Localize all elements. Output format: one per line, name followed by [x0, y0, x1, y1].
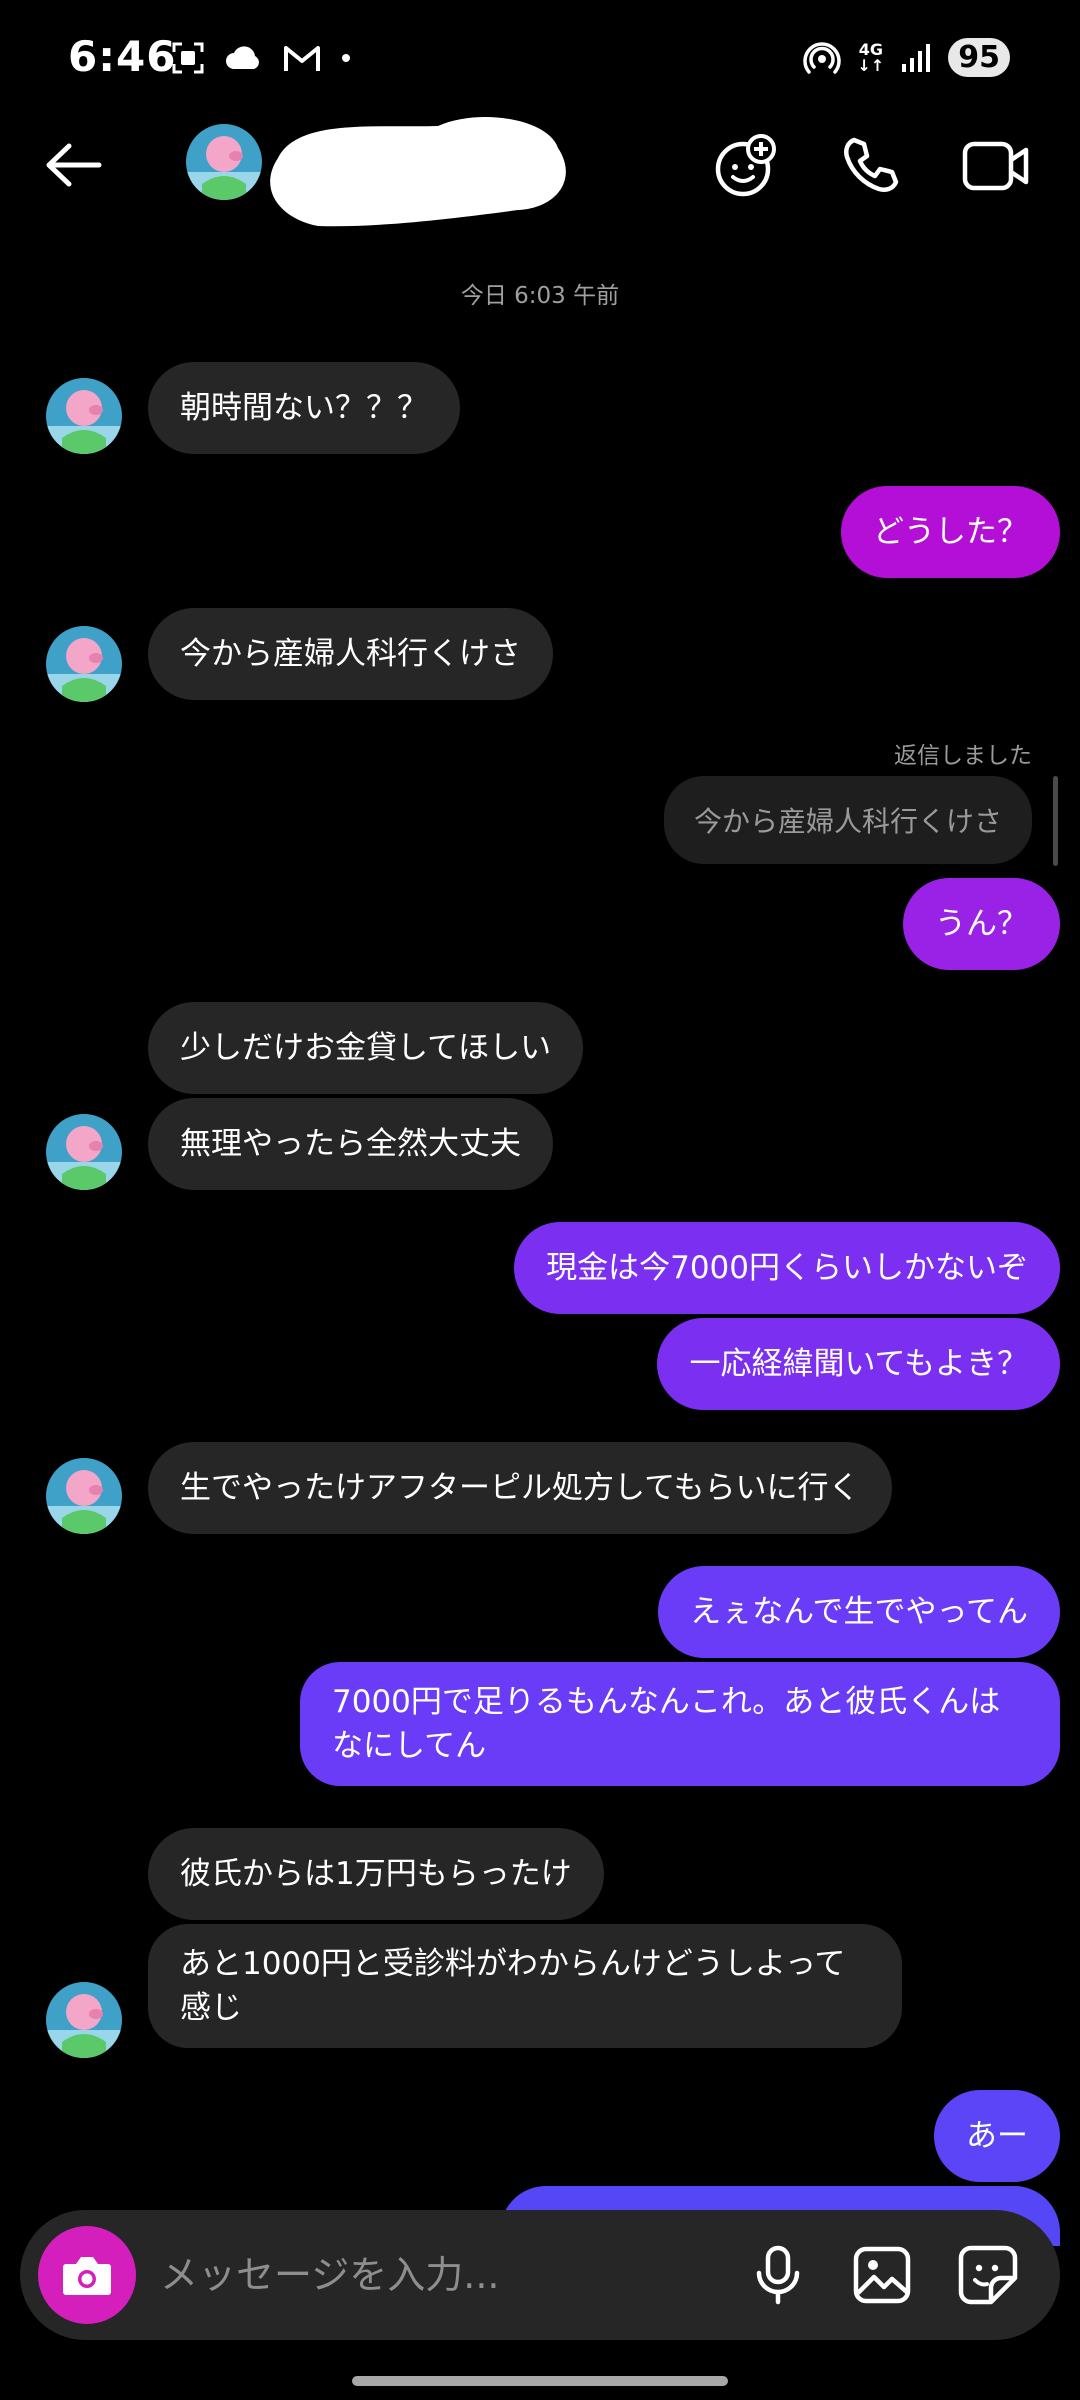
message-bubble-incoming[interactable]: あと1000円と受診料がわからんけどうしよって感じ: [148, 1924, 902, 2048]
pig-avatar-icon: [46, 1114, 122, 1190]
message-bubble-incoming[interactable]: 今から産婦人科行くけさ: [148, 608, 553, 700]
sender-avatar[interactable]: [46, 378, 122, 454]
replied-message-quote[interactable]: 今から産婦人科行くけさ: [663, 776, 1032, 864]
message-bubble-outgoing[interactable]: うん？: [903, 878, 1060, 970]
message-input[interactable]: [160, 2240, 720, 2310]
message-bubble-outgoing[interactable]: どうした？: [841, 486, 1060, 578]
pig-avatar-icon: [46, 378, 122, 454]
message-bubble-incoming[interactable]: 無理やったら全然大丈夫: [148, 1098, 553, 1190]
image-icon: [853, 2246, 911, 2304]
chat-timestamp: 今日 6:03 午前: [460, 283, 620, 309]
voice-message-button[interactable]: [738, 2235, 818, 2315]
message-bubble-outgoing[interactable]: 一応経緯聞いてもよき？: [657, 1318, 1060, 1410]
message-bubble-incoming[interactable]: 生でやったけアフターピル処方してもらいに行く: [148, 1442, 892, 1534]
sender-avatar[interactable]: [46, 626, 122, 702]
message-bubble-incoming[interactable]: 彼氏からは1万円もらったけ: [148, 1828, 604, 1920]
message-composer: [20, 2210, 1060, 2340]
gallery-button[interactable]: [842, 2235, 922, 2315]
message-bubble-outgoing[interactable]: あー: [934, 2090, 1060, 2182]
sender-avatar[interactable]: [46, 1114, 122, 1190]
microphone-icon: [756, 2245, 800, 2305]
reply-label: 返信しました: [894, 743, 1032, 769]
message-bubble-incoming[interactable]: 少しだけお金貸してほしい: [148, 1002, 584, 1094]
message-bubble-incoming[interactable]: 朝時間ない？？？: [148, 362, 460, 454]
pig-avatar-icon: [46, 1458, 122, 1534]
camera-icon: [63, 2257, 111, 2295]
sticker-button[interactable]: [948, 2235, 1028, 2315]
pig-avatar-icon: [46, 1982, 122, 2058]
sticker-icon: [958, 2245, 1018, 2305]
home-indicator[interactable]: [352, 2376, 728, 2386]
message-bubble-outgoing[interactable]: 7000円で足りるもんなんこれ。あと彼氏くんはなにしてん: [300, 1662, 1060, 1786]
message-bubble-outgoing[interactable]: 現金は今7000円くらいしかないぞ: [514, 1222, 1060, 1314]
reply-indicator-bar: [1053, 776, 1058, 866]
camera-button[interactable]: [38, 2226, 136, 2324]
pig-avatar-icon: [46, 626, 122, 702]
message-bubble-outgoing[interactable]: えぇなんで生でやってん: [658, 1566, 1060, 1658]
message-thread[interactable]: 今日 6:03 午前 朝時間ない？？？ どうした？ 今から産婦人科行くけさ 返信…: [0, 0, 1080, 2400]
sender-avatar[interactable]: [46, 1982, 122, 2058]
sender-avatar[interactable]: [46, 1458, 122, 1534]
